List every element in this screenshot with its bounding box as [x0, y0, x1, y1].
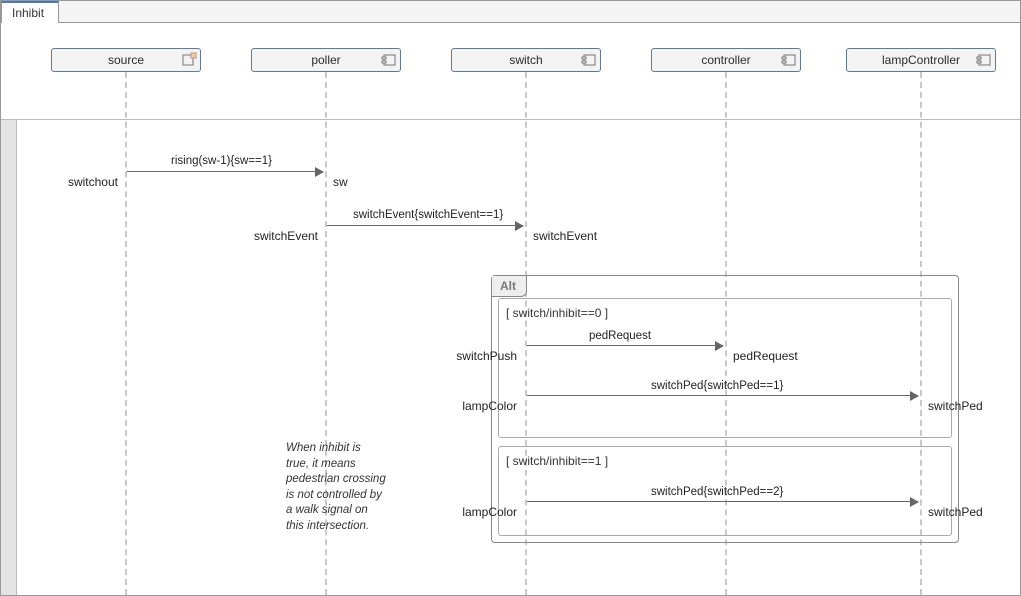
recv-label: switchEvent: [533, 229, 597, 243]
lifeline-header-poller[interactable]: poller: [251, 48, 401, 72]
lifeline-header-source[interactable]: source: [51, 48, 201, 72]
message-switchped1[interactable]: [527, 395, 918, 396]
annotation-note: When inhibit is true, it means pedestria…: [286, 441, 386, 534]
message-label: switchPed{switchPed==1}: [651, 380, 783, 392]
gutter: [1, 119, 17, 595]
message-label: rising(sw-1){sw==1}: [171, 155, 272, 167]
message-pedrequest[interactable]: [527, 345, 723, 346]
lifeline-label: lampController: [882, 53, 960, 67]
lifeline-label: source: [108, 53, 144, 67]
component-icon: [581, 52, 597, 68]
message-label: switchPed{switchPed==2}: [651, 486, 783, 498]
sequence-diagram[interactable]: source poller switch controller lampCont…: [1, 23, 1020, 595]
send-label: lampColor: [462, 399, 517, 413]
message-label: switchEvent{switchEvent==1}: [353, 209, 503, 221]
component-icon: [781, 52, 797, 68]
lifeline-label: controller: [701, 53, 750, 67]
message-switchped2[interactable]: [527, 501, 918, 502]
send-label: switchout: [68, 175, 118, 189]
component-icon: [381, 52, 397, 68]
recv-label: pedRequest: [733, 349, 798, 363]
alt-fragment[interactable]: Alt [ switch/inhibit==0 ] [ switch/inhib…: [491, 275, 959, 543]
message-switchevent[interactable]: [327, 225, 523, 226]
send-label: lampColor: [462, 505, 517, 519]
guard-2: [ switch/inhibit==1 ]: [506, 454, 608, 468]
lifeline-header-switch[interactable]: switch: [451, 48, 601, 72]
tab-bar: Inhibit: [1, 1, 1020, 23]
lifeline-header-lampcontroller[interactable]: lampController: [846, 48, 996, 72]
lifeline-label: poller: [311, 53, 340, 67]
lifeline-label: switch: [509, 53, 542, 67]
message-label: pedRequest: [589, 330, 651, 342]
alt-operator: Alt: [492, 276, 527, 297]
tab-inhibit[interactable]: Inhibit: [1, 1, 59, 23]
recv-label: switchPed: [928, 505, 983, 519]
send-label: switchPush: [456, 349, 517, 363]
guard-1: [ switch/inhibit==0 ]: [506, 306, 608, 320]
component-icon: [976, 52, 992, 68]
message-rising[interactable]: [127, 171, 323, 172]
recv-label: switchPed: [928, 399, 983, 413]
block-icon: [181, 52, 197, 68]
send-label: switchEvent: [254, 229, 318, 243]
lifeline-header-controller[interactable]: controller: [651, 48, 801, 72]
recv-label: sw: [333, 175, 348, 189]
